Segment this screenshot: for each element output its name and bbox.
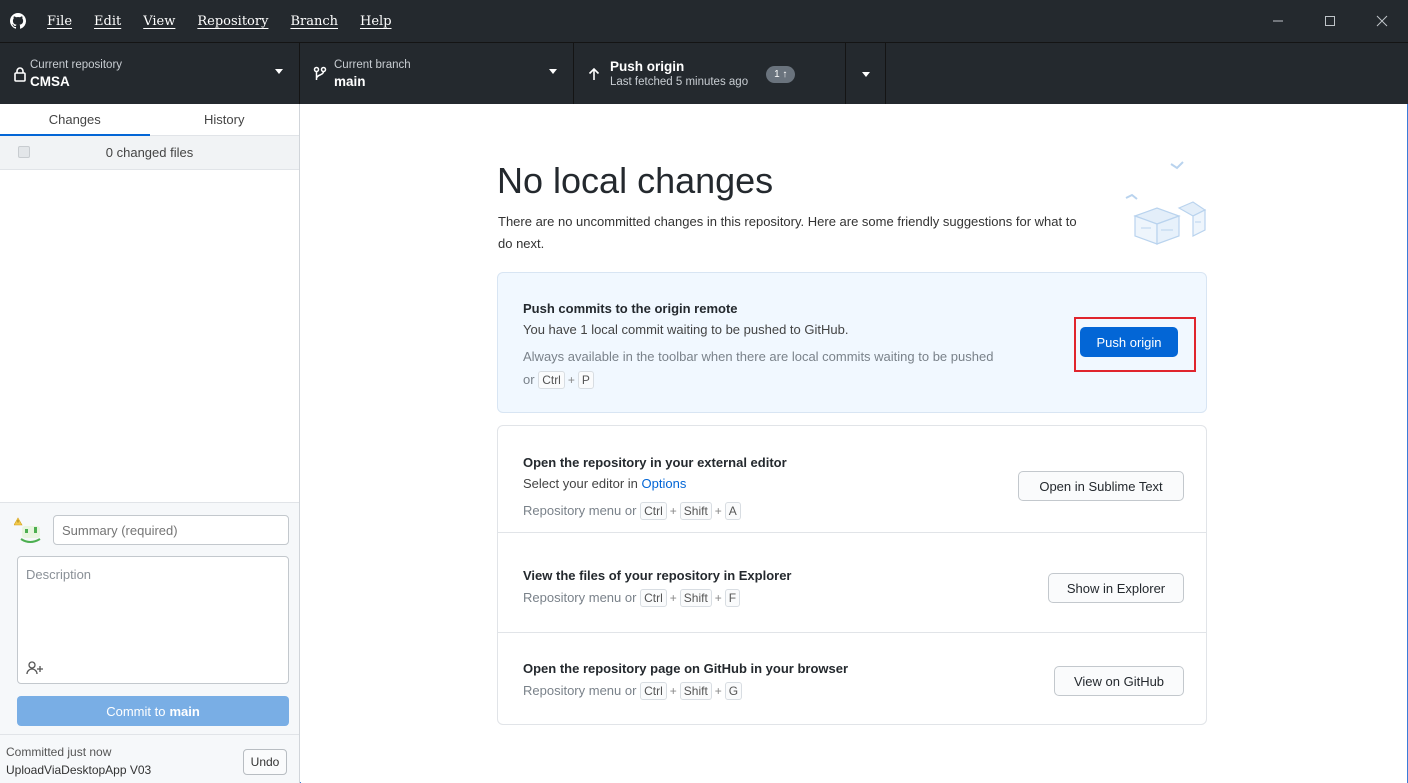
description-field[interactable]: Description: [17, 556, 289, 684]
push-shortcut-or: or: [523, 372, 535, 387]
current-branch-dropdown[interactable]: Current branch main: [300, 43, 574, 105]
github-card-shortcut: Repository menu or Ctrl + Shift + G: [523, 682, 743, 700]
last-fetched-text: Last fetched 5 minutes ago: [610, 76, 749, 88]
explorer-card-title: View the files of your repository in Exp…: [523, 568, 792, 583]
editor-card-shortcut: Repository menu or Ctrl + Shift + A: [523, 502, 741, 520]
key-shift: Shift: [679, 589, 712, 607]
commit-button[interactable]: Commit to main: [17, 696, 289, 726]
push-card-hint: Always available in the toolbar when the…: [523, 349, 994, 364]
github-logo-icon: [0, 0, 36, 42]
main-content: No local changes There are no uncommitte…: [301, 104, 1407, 783]
list-item-explorer: View the files of your repository in Exp…: [498, 533, 1206, 633]
toolbar: Current repository CMSA Current branch m…: [0, 42, 1408, 105]
view-on-github-button[interactable]: View on GitHub: [1054, 666, 1184, 696]
push-card-title: Push commits to the origin remote: [523, 301, 738, 316]
ahead-count-badge: 1 ↑: [766, 65, 796, 83]
show-in-explorer-button[interactable]: Show in Explorer: [1048, 573, 1184, 603]
chevron-down-icon: [549, 69, 557, 74]
chevron-down-icon: [861, 71, 870, 77]
push-suggestion-card: Push commits to the origin remote You ha…: [497, 272, 1207, 413]
select-all-checkbox[interactable]: [18, 146, 30, 158]
intro-text: There are no uncommitted changes in this…: [498, 214, 1077, 251]
editor-card-description: Select your editor in Options: [523, 476, 686, 491]
suggestions-list-card: Open the repository in your external edi…: [497, 425, 1207, 725]
key-p: P: [577, 371, 594, 389]
description-placeholder: Description: [26, 567, 92, 582]
minimize-button[interactable]: [1252, 0, 1304, 42]
explorer-card-shortcut: Repository menu or Ctrl + Shift + F: [523, 589, 741, 607]
title-bar: File Edit View Repository Branch Help: [0, 0, 1408, 42]
github-shortcut-prefix: Repository menu or: [523, 683, 637, 698]
key-shift: Shift: [679, 502, 712, 520]
summary-input[interactable]: [53, 515, 289, 545]
editor-shortcut-prefix: Repository menu or: [523, 503, 637, 518]
menu-help[interactable]: Help: [349, 14, 403, 29]
arrow-up-icon: [574, 67, 614, 81]
branch-name: main: [334, 74, 366, 89]
repository-label: Current repository: [30, 59, 123, 71]
undo-button[interactable]: Undo: [243, 749, 287, 775]
list-item-github: Open the repository page on GitHub in yo…: [498, 633, 1206, 724]
add-coauthor-icon[interactable]: [26, 661, 44, 678]
push-origin-button[interactable]: Push origin: [1080, 327, 1178, 357]
tab-history[interactable]: History: [150, 104, 300, 135]
menu-repository[interactable]: Repository: [186, 14, 279, 29]
key-g: G: [724, 682, 743, 700]
close-window-button[interactable]: [1356, 0, 1408, 42]
editor-description-prefix: Select your editor in: [523, 476, 638, 491]
sidebar-tabs: Changes History: [0, 104, 299, 136]
last-commit-panel: Committed just now UploadViaDesktopApp V…: [0, 734, 299, 783]
commit-button-branch: main: [169, 703, 200, 719]
list-item-external-editor: Open the repository in your external edi…: [498, 426, 1206, 533]
chevron-down-icon: [275, 69, 283, 74]
current-repository-dropdown[interactable]: Current repository CMSA: [0, 43, 300, 105]
menu-branch[interactable]: Branch: [279, 14, 349, 29]
push-origin-title: Push origin: [610, 59, 685, 74]
key-ctrl: Ctrl: [538, 371, 565, 389]
changed-files-count: 0 changed files: [105, 145, 194, 160]
last-commit-message: UploadViaDesktopApp V03: [6, 763, 152, 777]
branch-label: Current branch: [334, 59, 411, 71]
open-in-editor-button[interactable]: Open in Sublime Text: [1018, 471, 1184, 501]
menu-bar: File Edit View Repository Branch Help: [36, 0, 403, 42]
push-card-description: You have 1 local commit waiting to be pu…: [523, 322, 849, 337]
push-options-dropdown[interactable]: [846, 43, 886, 105]
maximize-button[interactable]: [1304, 0, 1356, 42]
key-ctrl: Ctrl: [640, 589, 667, 607]
sidebar: Changes History 0 changed files Descript…: [0, 104, 300, 783]
key-a: A: [724, 502, 741, 520]
commit-panel: Description Commit tomain Committed just…: [0, 502, 299, 783]
github-card-title: Open the repository page on GitHub in yo…: [523, 661, 849, 676]
empty-state-illustration: [1121, 156, 1211, 254]
options-link[interactable]: Options: [642, 476, 687, 491]
menu-edit[interactable]: Edit: [83, 14, 132, 29]
last-commit-time: Committed just now: [6, 745, 112, 759]
editor-card-title: Open the repository in your external edi…: [523, 455, 787, 470]
push-origin-toolbar-button[interactable]: Push origin Last fetched 5 minutes ago 1…: [574, 43, 846, 105]
tab-changes[interactable]: Changes: [0, 104, 150, 136]
repository-name: CMSA: [30, 74, 70, 89]
avatar: [13, 517, 46, 545]
key-f: F: [724, 589, 741, 607]
changed-files-header: 0 changed files: [0, 136, 299, 170]
key-ctrl: Ctrl: [640, 502, 667, 520]
push-card-shortcut: or Ctrl + P: [523, 371, 594, 389]
key-ctrl: Ctrl: [640, 682, 667, 700]
menu-view[interactable]: View: [132, 14, 186, 29]
page-title: No local changes: [497, 160, 774, 201]
explorer-shortcut-prefix: Repository menu or: [523, 590, 637, 605]
key-shift: Shift: [679, 682, 712, 700]
commit-button-label: Commit to: [106, 703, 166, 719]
menu-file[interactable]: File: [36, 14, 83, 29]
